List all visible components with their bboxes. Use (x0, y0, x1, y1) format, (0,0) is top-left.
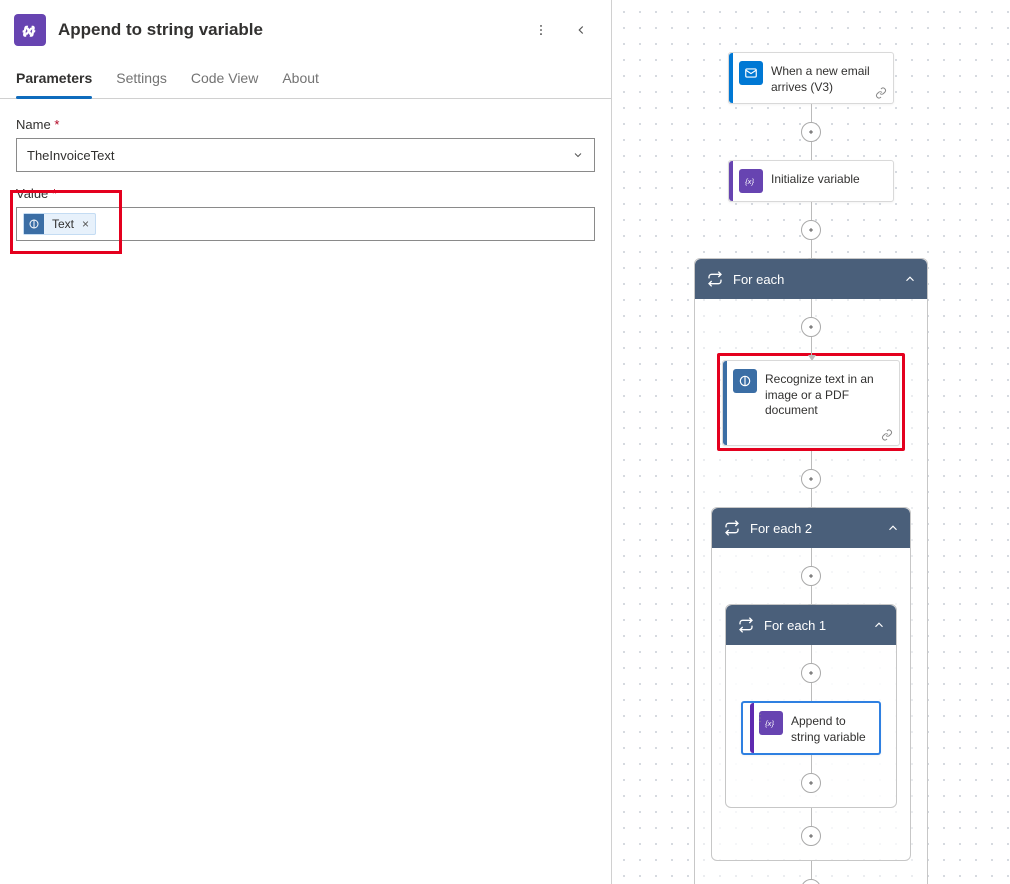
outlook-icon (739, 61, 763, 85)
add-step-button[interactable] (801, 826, 821, 846)
node-title: Initialize variable (771, 169, 860, 188)
foreach2-header[interactable]: For each 2 (712, 508, 910, 548)
token-remove[interactable]: × (82, 217, 95, 231)
panel-header: {x} Append to string variable (0, 0, 611, 60)
flow-column: When a new email arrives (V3) {x} Initia… (612, 52, 1010, 884)
foreach-header[interactable]: For each (695, 259, 927, 299)
svg-text:{x}: {x} (745, 177, 754, 186)
add-step-button[interactable] (801, 317, 821, 337)
add-step-button[interactable] (801, 566, 821, 586)
add-step-button[interactable] (801, 469, 821, 489)
properties-panel: {x} Append to string variable Parameters… (0, 0, 612, 884)
add-step-button[interactable] (801, 220, 821, 240)
foreach1-header[interactable]: For each 1 (726, 605, 896, 645)
foreach2-title: For each 2 (750, 521, 898, 536)
value-input[interactable]: Text × (16, 207, 595, 241)
tab-about[interactable]: About (282, 60, 319, 98)
tab-parameters[interactable]: Parameters (16, 60, 92, 98)
add-step-button[interactable] (801, 663, 821, 683)
foreach-title: For each (733, 272, 915, 287)
svg-text:{x}: {x} (23, 26, 35, 37)
loop-icon (724, 520, 740, 536)
ai-builder-icon (733, 369, 757, 393)
name-value: TheInvoiceText (27, 148, 114, 163)
variable-icon: {x} (739, 169, 763, 193)
value-token[interactable]: Text × (23, 213, 96, 235)
flow-canvas[interactable]: When a new email arrives (V3) {x} Initia… (612, 0, 1010, 884)
chevron-up-icon (872, 618, 886, 632)
ai-builder-icon (24, 214, 44, 234)
tab-settings[interactable]: Settings (116, 60, 167, 98)
chevron-up-icon (886, 521, 900, 535)
form: Name * TheInvoiceText Value * Text × (0, 99, 611, 259)
value-label: Value * (16, 186, 595, 201)
name-select[interactable]: TheInvoiceText (16, 138, 595, 172)
collapse-button[interactable] (567, 16, 595, 44)
action-icon: {x} (14, 14, 46, 46)
link-icon (881, 429, 893, 441)
loop-icon (707, 271, 723, 287)
tabs: Parameters Settings Code View About (0, 60, 611, 99)
node-email-trigger[interactable]: When a new email arrives (V3) (728, 52, 894, 104)
foreach1-container[interactable]: For each 1 ⋮⋮ {x} Append to string varia… (725, 604, 897, 808)
chevron-down-icon (572, 149, 584, 161)
node-initialize-variable[interactable]: {x} Initialize variable (728, 160, 894, 202)
foreach-container[interactable]: For each Recognize text in an image or a… (694, 258, 928, 884)
add-step-button[interactable] (801, 122, 821, 142)
more-button[interactable] (527, 16, 555, 44)
name-label: Name * (16, 117, 595, 132)
add-step-button[interactable] (801, 773, 821, 793)
svg-text:{x}: {x} (765, 719, 774, 728)
chevron-up-icon (903, 272, 917, 286)
loop-icon (738, 617, 754, 633)
node-title: Append to string variable (791, 711, 871, 745)
link-icon (875, 87, 887, 99)
recognize-highlight-box: Recognize text in an image or a PDF docu… (717, 353, 905, 451)
node-recognize-text[interactable]: Recognize text in an image or a PDF docu… (722, 360, 900, 446)
chevron-left-icon (574, 23, 588, 37)
foreach1-title: For each 1 (764, 618, 884, 633)
add-step-button[interactable] (801, 879, 821, 884)
more-vertical-icon (534, 23, 548, 37)
node-title: When a new email arrives (V3) (771, 61, 885, 95)
foreach2-container[interactable]: For each 2 For each 1 (711, 507, 911, 861)
token-label: Text (44, 217, 82, 231)
tab-code-view[interactable]: Code View (191, 60, 258, 98)
node-title: Recognize text in an image or a PDF docu… (765, 369, 891, 419)
node-append-string[interactable]: ⋮⋮ {x} Append to string variable (741, 701, 881, 755)
panel-title: Append to string variable (58, 20, 515, 40)
